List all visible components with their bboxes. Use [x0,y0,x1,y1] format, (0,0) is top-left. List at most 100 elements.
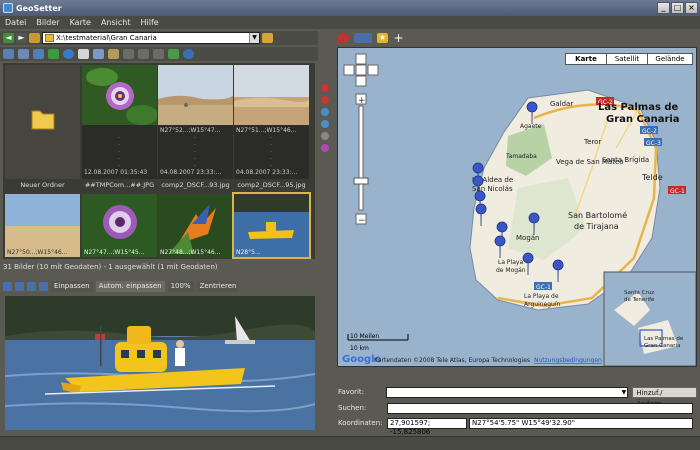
comment-icon[interactable] [78,49,89,59]
thumbnail-meta: N27°51...;W15°46... · · · · · 04.08.2007 23:… [234,125,309,179]
delete-icon[interactable] [153,49,164,59]
next-image-icon[interactable] [27,282,36,291]
thumbnail-dots: · · · · · [270,135,272,170]
center-button[interactable]: Zentrieren [196,281,240,292]
path-dropdown-icon[interactable]: ▼ [249,33,259,43]
menu-bilder[interactable]: Bilder [31,18,64,27]
fit-button[interactable]: Einpassen [51,281,93,292]
pin-blue-icon[interactable] [321,120,329,128]
menu-ansicht[interactable]: Ansicht [96,18,136,27]
status-bar [0,436,700,450]
image-count-status: 31 Bilder (10 mit Geodaten) - 1 ausgewäh… [3,263,218,271]
map-place-label: La Playa de [524,293,559,300]
folder-icon [45,34,54,42]
window-title: GeoSetter [16,3,62,13]
thumbnail-dots: · · · · · [194,135,196,170]
thumbnail-item[interactable]: · · · · · 12.08.2007 01:35:43 ##TMPCom...##.… [82,65,158,191]
favorit-select[interactable]: ▼ [385,386,629,398]
car-route-icon[interactable] [354,32,372,43]
crosshair-icon[interactable]: + [393,32,404,44]
menu-karte[interactable]: Karte [65,18,96,27]
tool-icon[interactable] [321,132,329,140]
thumbnail-date: 12.08.2007 01:35:43 [84,169,148,176]
path-field[interactable]: X:\testmaterial\Gran Canaria ▼ [42,32,260,44]
zoom-level[interactable]: 100% [167,281,194,292]
thumbnail-image [234,65,309,125]
refresh-icon[interactable] [48,49,59,59]
tool-icon[interactable] [321,144,329,152]
marker-icon[interactable] [338,32,349,43]
map-type-karte[interactable]: Karte [565,53,607,65]
pin-red-icon[interactable] [321,96,329,104]
thumbnail-coord: N27°52...;W15°47... [160,127,221,134]
thumbnail-date: 04.08.2007 23:33:... [160,169,222,176]
thumbnail-image: N27°50...;W15°46... [5,194,80,257]
forward-arrow-icon[interactable]: ► [16,33,27,43]
pin-blue-icon[interactable] [321,108,329,116]
globe-icon[interactable] [183,49,194,59]
map-canvas: GC-2 GC-2 GC-3 GC-1 GC-1 Galdar Agaete L… [338,48,696,366]
info-icon[interactable] [63,49,74,59]
thumbnail-image: N27°48...;W15°46... [158,194,233,257]
minimize-button[interactable]: _ [657,2,670,14]
add-change-button[interactable]: Hinzuf./Ändern... [632,386,697,408]
menu-hilfe[interactable]: Hilfe [135,18,163,27]
map-place-label: Santa Brígida [602,156,649,164]
thumbnail-image: N28°5... [234,194,309,257]
road-label: GC-1 [536,284,551,291]
paste-icon[interactable] [138,49,149,59]
map-place-label: Gran Canaria [606,114,680,125]
map-place-label: de Mogán [496,267,526,274]
last-image-icon[interactable] [39,282,48,291]
pin-red-icon[interactable] [321,84,329,92]
coordinates-row: Koordinaten: 27,901597; -15,825806 N27°5… [335,417,693,436]
thumbnail-item[interactable]: N27°51...;W15°46... · · · · · 04.08.2007 23:… [234,65,309,191]
menu-datei[interactable]: Datei [0,18,31,27]
coordinates-dms[interactable]: N27°54'5.75" W15°49'32.90" [469,417,693,429]
sync-icon[interactable] [168,49,179,59]
thumbnail-item-selected[interactable]: N28°5... [232,192,311,259]
road-label: GC-2 [642,128,657,135]
open-folder-icon[interactable] [262,33,273,43]
image-icon[interactable] [93,49,104,59]
path-value: X:\testmaterial\Gran Canaria [56,34,157,42]
maximize-button[interactable]: □ [671,2,684,14]
scale-miles: 10 Meilen [350,333,379,340]
prev-image-icon[interactable] [15,282,24,291]
thumbnail-item[interactable]: N27°50...;W15°46... [5,194,80,257]
favorit-label: Favorit: [338,388,365,396]
map-view[interactable]: GC-2 GC-2 GC-3 GC-1 GC-1 Galdar Agaete L… [337,47,697,367]
overview-map: Santa Cruz de Tenerife Las Palmas de Gra… [603,271,696,366]
map-type-satellit[interactable]: Satellit [606,53,648,65]
svg-text:+: + [358,96,366,106]
thumbnail-date: 04.08.2007 23:33:... [236,169,298,176]
image-toolbar [0,47,318,61]
sort-icon[interactable] [18,49,29,59]
thumbnail-item[interactable]: N27°48...;W15°46... [158,194,233,257]
thumbnail-coord: N27°47...;W15°45... [84,249,145,256]
copy-icon[interactable] [123,49,134,59]
thumbnail-item[interactable]: Neuer Ordner [5,65,80,191]
edit-data-icon[interactable] [108,49,119,59]
star-favorite-icon[interactable]: ★ [377,32,388,43]
scale-km: 10 km [350,345,369,352]
autofit-button[interactable]: Autom. einpassen [95,281,165,292]
first-image-icon[interactable] [3,282,12,291]
svg-text:de Tenerife: de Tenerife [624,297,655,303]
search-input[interactable] [387,402,693,414]
map-toolbar: ★ + [335,30,697,45]
coordinates-decimal[interactable]: 27,901597; -15,825806 [387,417,467,436]
map-place-label: Telde [641,173,663,182]
thumbnail-item[interactable]: N27°52...;W15°47... · · · · · 04.08.2007 23:… [158,65,233,191]
thumbnail-image: N27°47...;W15°45... [82,194,157,257]
thumbnail-caption: Neuer Ordner [20,181,65,189]
folder-up-icon[interactable] [29,33,40,43]
back-arrow-icon[interactable]: ◄ [3,33,14,43]
view-mode-icon[interactable] [3,49,14,59]
filter-icon[interactable] [33,49,44,59]
image-preview [5,296,315,430]
map-type-gelaende[interactable]: Gelände [647,53,693,65]
thumbnail-item[interactable]: N27°47...;W15°45... [82,194,157,257]
app-icon [3,3,13,13]
close-button[interactable]: × [685,2,698,14]
